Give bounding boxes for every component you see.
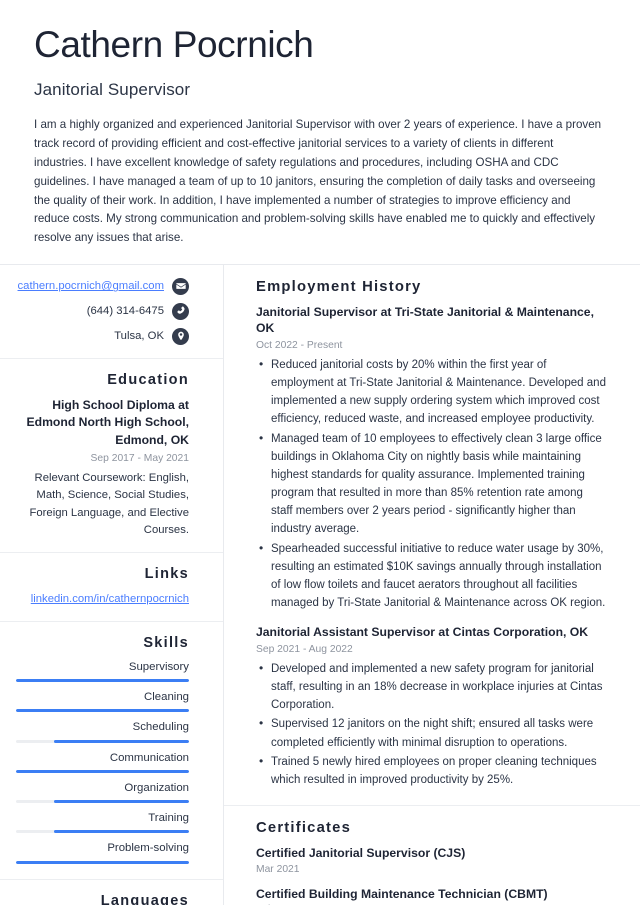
- education-description: Relevant Coursework: English, Math, Scie…: [29, 472, 189, 536]
- certificate-date: Mar 2021: [256, 863, 300, 875]
- location-pin-icon: [172, 327, 189, 345]
- employment-date: Oct 2022 - Present: [256, 339, 343, 351]
- envelope-icon: [172, 277, 189, 295]
- resume-page: Cathern Pocrnich Janitorial Supervisor I…: [0, 0, 640, 905]
- phone-icon: [172, 302, 189, 320]
- skill-item-bar: [16, 739, 189, 743]
- certificate-item: Certified Building Maintenance Technicia…: [256, 886, 606, 905]
- skill-item: Cleaning: [16, 690, 189, 713]
- skill-item-bar-fill: [54, 739, 189, 743]
- skill-item-label: Cleaning: [144, 691, 189, 704]
- bullet-item: Trained 5 newly hired employees on prope…: [256, 752, 606, 789]
- education-date: Sep 2017 - May 2021: [90, 452, 189, 464]
- skill-item: Supervisory: [16, 660, 189, 683]
- skill-item-bar-fill: [16, 860, 189, 864]
- skill-item-label: Training: [148, 812, 189, 825]
- education-heading: Education: [107, 371, 189, 388]
- employment-entry: Janitorial Supervisor at Tri-State Janit…: [256, 304, 606, 612]
- skill-item-bar-fill: [16, 769, 189, 773]
- skill-item-label: Problem-solving: [107, 842, 189, 855]
- employment-bullets: Developed and implemented a new safety p…: [256, 659, 606, 789]
- bullet-item: Supervised 12 janitors on the night shif…: [256, 714, 606, 751]
- resume-body: cathern.pocrnich@gmail.com (644) 314-6475…: [0, 264, 640, 905]
- bullet-item: Developed and implemented a new safety p…: [256, 659, 606, 714]
- main-content: Employment History Janitorial Supervisor…: [224, 265, 640, 905]
- education-block: Education High School Diploma at Edmond …: [0, 359, 223, 553]
- contact-value[interactable]: cathern.pocrnich@gmail.com: [18, 280, 164, 292]
- skill-item-bar: [16, 800, 189, 804]
- sidebar: cathern.pocrnich@gmail.com (644) 314-6475…: [0, 264, 224, 905]
- contact-value: Tulsa, OK: [114, 330, 164, 343]
- skill-item-label: Communication: [109, 751, 189, 764]
- skill-item-bar: [16, 860, 189, 864]
- employment-heading: Employment History: [256, 278, 422, 295]
- skill-item: Problem-solving: [16, 841, 189, 864]
- contact-row: Tulsa, OK: [16, 327, 189, 345]
- job-title: Janitorial Supervisor: [34, 80, 191, 100]
- certificate-title: Certified Building Maintenance Technicia…: [256, 886, 548, 901]
- links-block: Links linkedin.com/in/cathernpocrnich: [0, 553, 223, 622]
- employment-title: Janitorial Supervisor at Tri-State Janit…: [256, 304, 594, 336]
- bullet-item: Reduced janitorial costs by 20% within t…: [256, 355, 606, 429]
- certificate-title: Certified Janitorial Supervisor (CJS): [256, 846, 466, 861]
- education-degree: High School Diploma at Edmond North High…: [26, 397, 189, 447]
- languages-heading: Languages: [100, 892, 189, 905]
- skill-item: Scheduling: [16, 720, 189, 743]
- resume-header: Cathern Pocrnich Janitorial Supervisor I…: [0, 0, 640, 264]
- languages-block: Languages EnglishSpanish: [0, 880, 223, 905]
- contact-row[interactable]: cathern.pocrnich@gmail.com: [16, 277, 189, 295]
- skill-item-bar-fill: [16, 709, 189, 713]
- skill-item-bar: [16, 709, 189, 713]
- contact-value: (644) 314-6475: [86, 305, 164, 318]
- contact-row: (644) 314-6475: [16, 302, 189, 320]
- skill-item: Organization: [16, 781, 189, 804]
- skill-item-bar-fill: [54, 800, 189, 804]
- employment-block: Employment History Janitorial Supervisor…: [224, 265, 640, 807]
- employment-date: Sep 2021 - Aug 2022: [256, 643, 353, 655]
- skill-item-bar: [16, 830, 189, 834]
- skill-item-bar-fill: [16, 679, 189, 683]
- employment-bullets: Reduced janitorial costs by 20% within t…: [256, 355, 606, 613]
- skill-item: Communication: [16, 751, 189, 773]
- skills-block: Skills Supervisory Cleaning Scheduling Comm…: [0, 622, 223, 880]
- page-title: Cathern Pocrnich: [34, 24, 314, 65]
- links-heading: Links: [144, 565, 189, 582]
- employment-entry: Janitorial Assistant Supervisor at Cinta…: [256, 624, 606, 789]
- skill-item-bar-fill: [54, 830, 189, 834]
- bullet-item: Managed team of 10 employees to effectiv…: [256, 429, 606, 539]
- skills-heading: Skills: [143, 634, 189, 651]
- certificates-heading: Certificates: [256, 820, 351, 837]
- professional-summary: I am a highly organized and experienced …: [34, 118, 602, 245]
- skill-item-label: Supervisory: [128, 660, 189, 673]
- skill-item-bar: [16, 769, 189, 773]
- profile-link[interactable]: linkedin.com/in/cathernpocrnich: [16, 591, 189, 608]
- skill-item-label: Organization: [124, 781, 189, 794]
- contact-block: cathern.pocrnich@gmail.com (644) 314-6475…: [0, 265, 223, 359]
- certificates-block: Certificates Certified Janitorial Superv…: [224, 806, 640, 905]
- bullet-item: Spearheaded successful initiative to red…: [256, 539, 606, 613]
- skill-item-label: Scheduling: [132, 721, 189, 734]
- skill-item-bar: [16, 679, 189, 683]
- certificate-item: Certified Janitorial Supervisor (CJS) Mar…: [256, 845, 606, 874]
- employment-title: Janitorial Assistant Supervisor at Cinta…: [256, 625, 589, 640]
- skill-item: Training: [16, 811, 189, 834]
